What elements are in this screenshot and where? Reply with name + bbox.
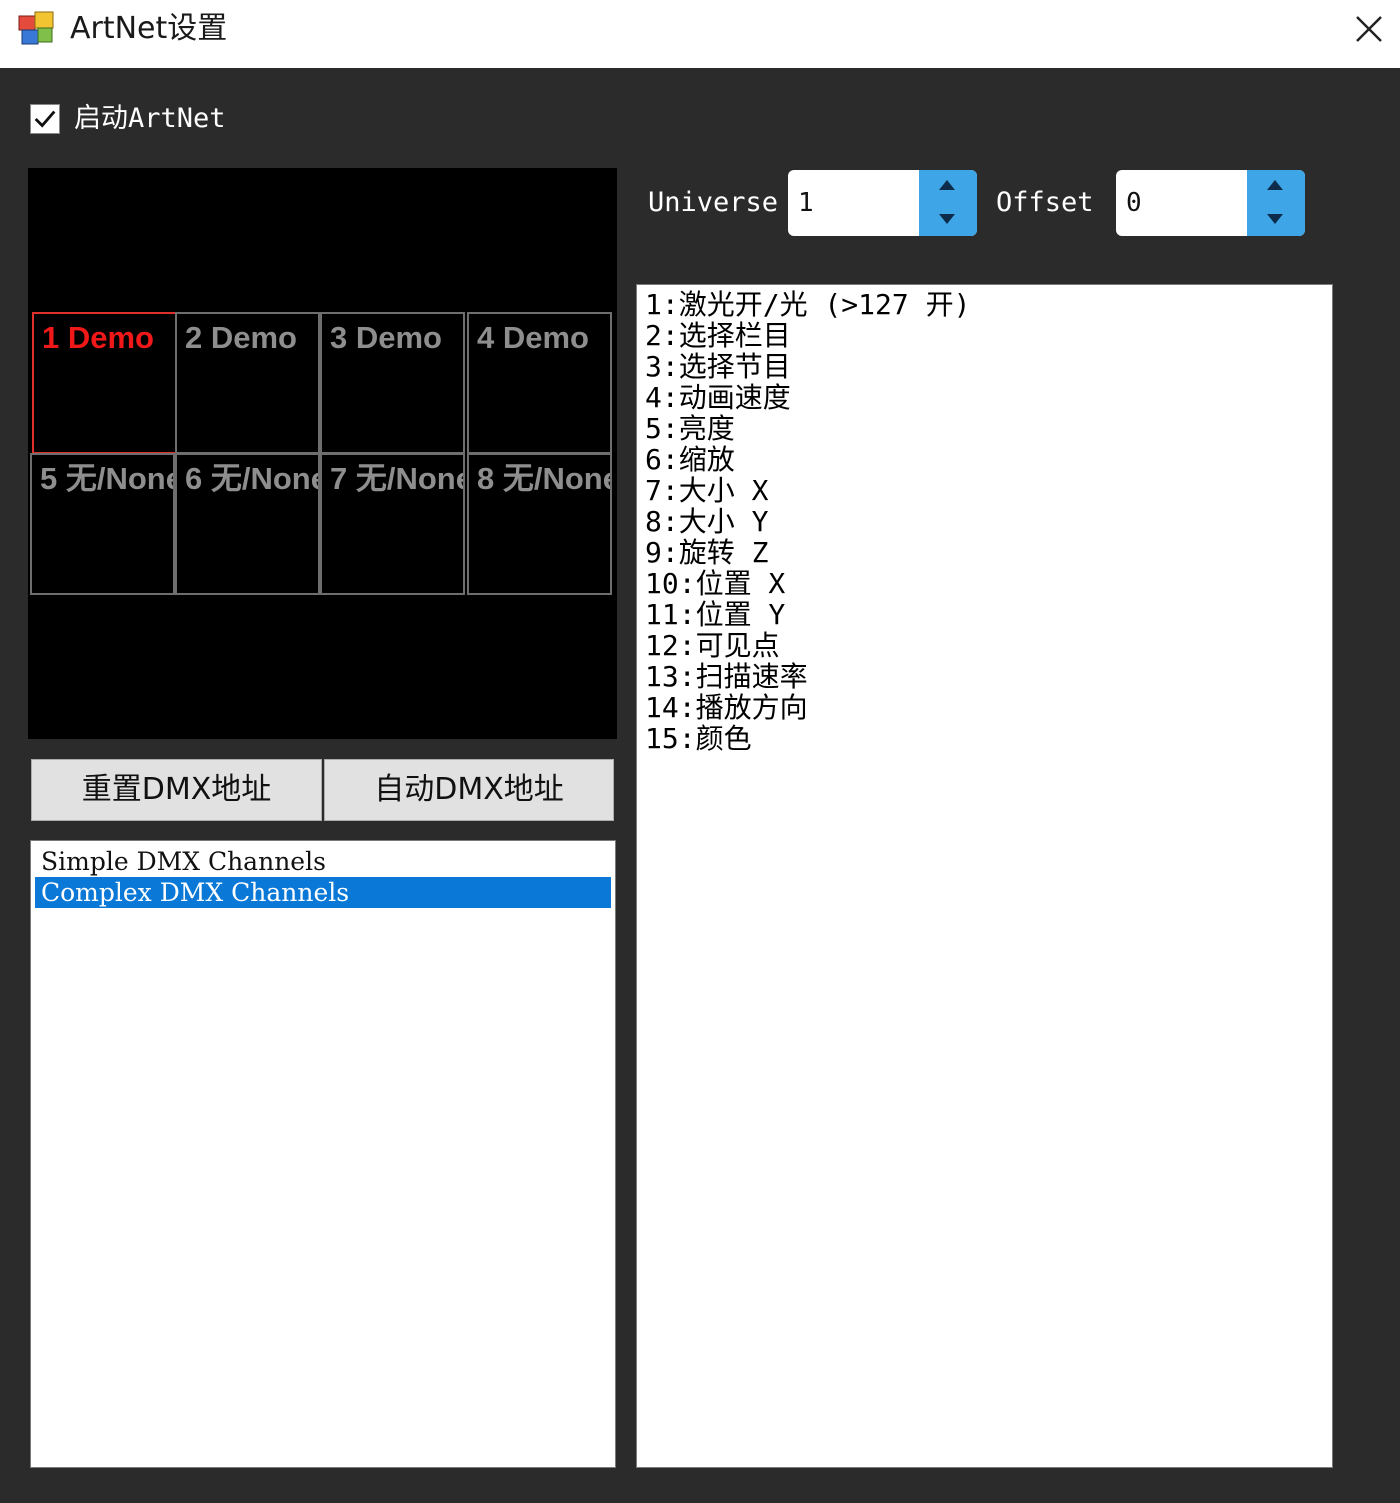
preview-cell-label: 8 无/None	[477, 461, 612, 496]
offset-spinbox[interactable]: 0	[1116, 170, 1305, 236]
channel-item: 10:位置 X	[645, 567, 786, 600]
preview-cell-label: 2 Demo	[185, 320, 297, 355]
preview-cell-4[interactable]: 4 Demo	[467, 312, 612, 454]
title-bar: ArtNet设置	[0, 0, 1400, 68]
channel-item: 12:可见点	[645, 629, 780, 662]
spin-up-icon[interactable]	[939, 180, 955, 190]
channel-item: 11:位置 Y	[645, 598, 786, 631]
channel-item: 2:选择栏目	[645, 319, 791, 352]
channel-item: 5:亮度	[645, 412, 735, 445]
list-item-simple[interactable]: Simple DMX Channels	[35, 846, 611, 877]
channel-item: 3:选择节目	[645, 350, 791, 383]
channel-item: 6:缩放	[645, 443, 735, 476]
offset-label: Offset	[996, 187, 1094, 218]
preview-cell-label: 7 无/None	[330, 461, 465, 496]
preview-cell-8[interactable]: 8 无/None	[467, 453, 612, 595]
offset-input[interactable]: 0	[1126, 170, 1142, 236]
universe-input[interactable]: 1	[798, 170, 814, 236]
reset-dmx-address-button[interactable]: 重置DMX地址	[31, 759, 322, 821]
preview-cell-label: 3 Demo	[330, 320, 442, 355]
app-window-icon	[18, 11, 54, 45]
preview-cell-label: 6 无/None	[185, 461, 320, 496]
spin-down-icon[interactable]	[1267, 214, 1283, 224]
spin-up-icon[interactable]	[1267, 180, 1283, 190]
window-title: ArtNet设置	[70, 11, 228, 46]
enable-artnet-label: 启动ArtNet	[74, 103, 226, 134]
universe-spinbox[interactable]: 1	[788, 170, 977, 236]
dmx-mode-list[interactable]: Simple DMX Channels Complex DMX Channels	[30, 840, 616, 1468]
preview-cell-2[interactable]: 2 Demo	[175, 312, 320, 454]
channel-item: 9:旋转 Z	[645, 536, 769, 569]
preview-cell-label: 1 Demo	[42, 320, 154, 355]
projection-preview-grid: 1 Demo 2 Demo 3 Demo 4 Demo 5 无/None 6 无…	[28, 168, 617, 739]
preview-cell-7[interactable]: 7 无/None	[320, 453, 465, 595]
spin-down-icon[interactable]	[939, 214, 955, 224]
channel-item: 13:扫描速率	[645, 660, 808, 693]
auto-dmx-address-button[interactable]: 自动DMX地址	[324, 759, 614, 821]
offset-spin-buttons[interactable]	[1247, 170, 1305, 236]
preview-cell-3[interactable]: 3 Demo	[320, 312, 465, 454]
list-item-complex[interactable]: Complex DMX Channels	[35, 877, 611, 908]
channel-item: 7:大小 X	[645, 474, 769, 507]
universe-spin-buttons[interactable]	[919, 170, 977, 236]
enable-artnet-checkbox[interactable]	[30, 104, 60, 134]
channel-item: 4:动画速度	[645, 381, 791, 414]
channel-item: 15:颜色	[645, 722, 752, 755]
channel-list[interactable]: 1:激光开/光 (>127 开) 2:选择栏目 3:选择节目 4:动画速度 5:…	[636, 284, 1333, 1468]
preview-cell-6[interactable]: 6 无/None	[175, 453, 320, 595]
preview-cell-5[interactable]: 5 无/None	[30, 453, 175, 595]
preview-cell-label: 5 无/None	[40, 461, 175, 496]
channel-item: 1:激光开/光 (>127 开)	[645, 288, 971, 321]
preview-cell-label: 4 Demo	[477, 320, 589, 355]
channel-item: 14:播放方向	[645, 691, 808, 724]
universe-label: Universe	[648, 187, 779, 218]
close-icon[interactable]	[1346, 6, 1392, 52]
preview-cell-1[interactable]: 1 Demo	[32, 312, 177, 454]
checkmark-icon	[34, 110, 56, 128]
channel-item: 8:大小 Y	[645, 505, 769, 538]
